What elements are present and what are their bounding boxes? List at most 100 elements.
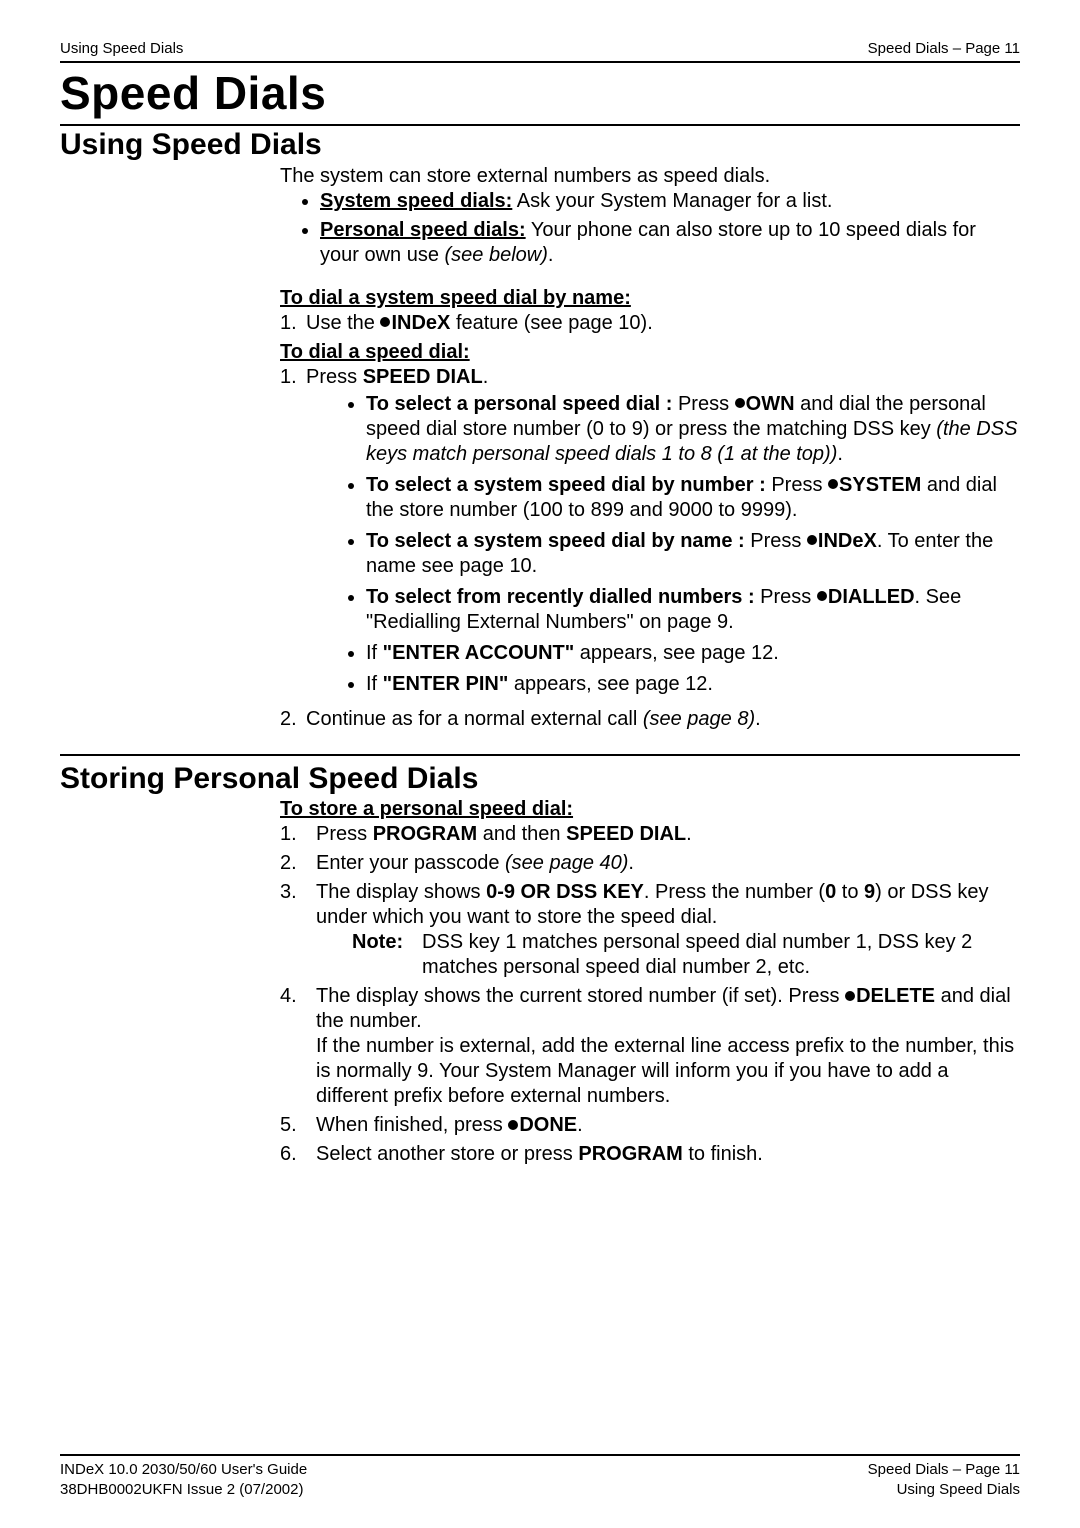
softkey-label: SYSTEM xyxy=(839,474,921,496)
bullet-text: Ask your System Manager for a list. xyxy=(512,190,832,212)
bullet-system-dials: System speed dials: Ask your System Mana… xyxy=(320,189,1020,214)
list-number: 1. xyxy=(280,822,316,847)
list-item: 5. When finished, press DONE. xyxy=(280,1113,1020,1138)
italic-text: (see page 40) xyxy=(505,852,628,874)
note-label: Note: xyxy=(352,930,422,980)
list-dial-by-name: 1. Use the INDeX feature (see page 10). xyxy=(280,311,1020,336)
bullet-icon xyxy=(807,535,817,545)
softkey-label: OWN xyxy=(746,393,795,415)
footer-line: 38DHB0002UKFN Issue 2 (07/2002) xyxy=(60,1480,307,1500)
list-number: 6. xyxy=(280,1142,316,1167)
key-label: 0 xyxy=(825,881,836,903)
section-heading-using: Using Speed Dials xyxy=(60,126,1020,164)
text: Continue as for a normal external call xyxy=(306,708,643,730)
bullet-label: Personal speed dials: xyxy=(320,219,526,241)
text: Use the xyxy=(306,312,380,334)
button-label: PROGRAM xyxy=(373,823,477,845)
bullet-italic: (see below) xyxy=(445,244,548,266)
text: When finished, press xyxy=(316,1114,508,1136)
option-enter-pin: If "ENTER PIN" appears, see page 12. xyxy=(366,672,1020,697)
bullet-icon xyxy=(817,591,827,601)
list-number: 3. xyxy=(280,880,316,980)
softkey-label: DONE xyxy=(519,1114,577,1136)
intro-text: The system can store external numbers as… xyxy=(280,164,1020,189)
paragraph: If the number is external, add the exter… xyxy=(316,1034,1020,1109)
text: . xyxy=(755,708,761,730)
softkey-label: DELETE xyxy=(856,985,935,1007)
footer-left: INDeX 10.0 2030/50/60 User's Guide 38DHB… xyxy=(60,1460,307,1501)
list-number: 5. xyxy=(280,1113,316,1138)
list-number: 4. xyxy=(280,984,316,1109)
running-header: Using Speed Dials Speed Dials – Page 11 xyxy=(60,40,1020,63)
list-text: The display shows 0-9 OR DSS KEY. Press … xyxy=(316,880,1020,980)
text: feature (see page 10). xyxy=(450,312,652,334)
key-label: 9 xyxy=(864,881,875,903)
page: Using Speed Dials Speed Dials – Page 11 … xyxy=(0,0,1080,1528)
list-item: 3. The display shows 0-9 OR DSS KEY. Pre… xyxy=(280,880,1020,980)
list-item: 1. Press SPEED DIAL. To select a persona… xyxy=(280,365,1020,703)
bullet-icon xyxy=(508,1120,518,1130)
list-text: The display shows the current stored num… xyxy=(316,984,1020,1109)
text: The display shows the current stored num… xyxy=(316,985,845,1007)
header-right: Speed Dials – Page 11 xyxy=(868,40,1020,59)
button-label: SPEED DIAL xyxy=(566,823,686,845)
list-number: 2. xyxy=(280,851,316,876)
list-dial-speed: 1. Press SPEED DIAL. To select a persona… xyxy=(280,365,1020,732)
italic-text: (see page 8) xyxy=(643,708,755,730)
display-text: 0-9 OR DSS KEY xyxy=(486,881,644,903)
feature-name: INDeX xyxy=(391,312,450,334)
option-lead: To select a system speed dial by name : xyxy=(366,530,745,552)
text: Press xyxy=(316,823,373,845)
list-number: 1. xyxy=(280,311,306,336)
section-body-storing: To store a personal speed dial: 1. Press… xyxy=(280,797,1020,1171)
footer-right: Speed Dials – Page 11 Using Speed Dials xyxy=(868,1460,1020,1501)
text: Press xyxy=(672,393,734,415)
list-item: 6. Select another store or press PROGRAM… xyxy=(280,1142,1020,1167)
footer-line: Using Speed Dials xyxy=(868,1480,1020,1500)
text: If xyxy=(366,673,383,695)
text: If xyxy=(366,642,383,664)
bullet-icon xyxy=(735,398,745,408)
text: . xyxy=(837,443,843,465)
header-left: Using Speed Dials xyxy=(60,40,183,59)
option-enter-account: If "ENTER ACCOUNT" appears, see page 12. xyxy=(366,641,1020,666)
subheading-store: To store a personal speed dial: xyxy=(280,797,1020,822)
text: Press xyxy=(766,474,828,496)
section-body-using: The system can store external numbers as… xyxy=(280,164,1020,736)
list-item: 2. Continue as for a normal external cal… xyxy=(280,707,1020,732)
list-text: Press PROGRAM and then SPEED DIAL. xyxy=(316,822,1020,847)
text: Press xyxy=(306,366,363,388)
bullet-icon xyxy=(828,479,838,489)
button-label: SPEED DIAL xyxy=(363,366,483,388)
note-text: DSS key 1 matches personal speed dial nu… xyxy=(422,930,1020,980)
list-text: Select another store or press PROGRAM to… xyxy=(316,1142,1020,1167)
bullet-icon xyxy=(380,317,390,327)
bullet-label: System speed dials: xyxy=(320,190,512,212)
button-label: PROGRAM xyxy=(578,1143,682,1165)
text: appears, see page 12. xyxy=(574,642,779,664)
text: Press xyxy=(755,586,817,608)
text: . Press the number ( xyxy=(644,881,825,903)
text: and then xyxy=(477,823,566,845)
option-dialled: To select from recently dialled numbers … xyxy=(366,585,1020,635)
list-text: Continue as for a normal external call (… xyxy=(306,707,1020,732)
subheading-dial-speed: To dial a speed dial: xyxy=(280,340,1020,365)
chapter-title: Speed Dials xyxy=(60,65,1020,123)
list-item: 4. The display shows the current stored … xyxy=(280,984,1020,1109)
text: Enter your passcode xyxy=(316,852,505,874)
softkey-label: INDeX xyxy=(818,530,877,552)
option-lead: To select a personal speed dial : xyxy=(366,393,672,415)
note: Note: DSS key 1 matches personal speed d… xyxy=(352,930,1020,980)
footer-line: INDeX 10.0 2030/50/60 User's Guide xyxy=(60,1460,307,1480)
text: Press xyxy=(745,530,807,552)
softkey-label: DIALLED xyxy=(828,586,915,608)
text: The display shows xyxy=(316,881,486,903)
section-divider xyxy=(60,754,1020,756)
list-store: 1. Press PROGRAM and then SPEED DIAL. 2.… xyxy=(280,822,1020,1167)
option-system: To select a system speed dial by number … xyxy=(366,473,1020,523)
list-text: When finished, press DONE. xyxy=(316,1113,1020,1138)
option-index: To select a system speed dial by name : … xyxy=(366,529,1020,579)
display-text: "ENTER ACCOUNT" xyxy=(383,642,575,664)
intro-bullets: System speed dials: Ask your System Mana… xyxy=(280,189,1020,268)
option-own: To select a personal speed dial : Press … xyxy=(366,392,1020,467)
